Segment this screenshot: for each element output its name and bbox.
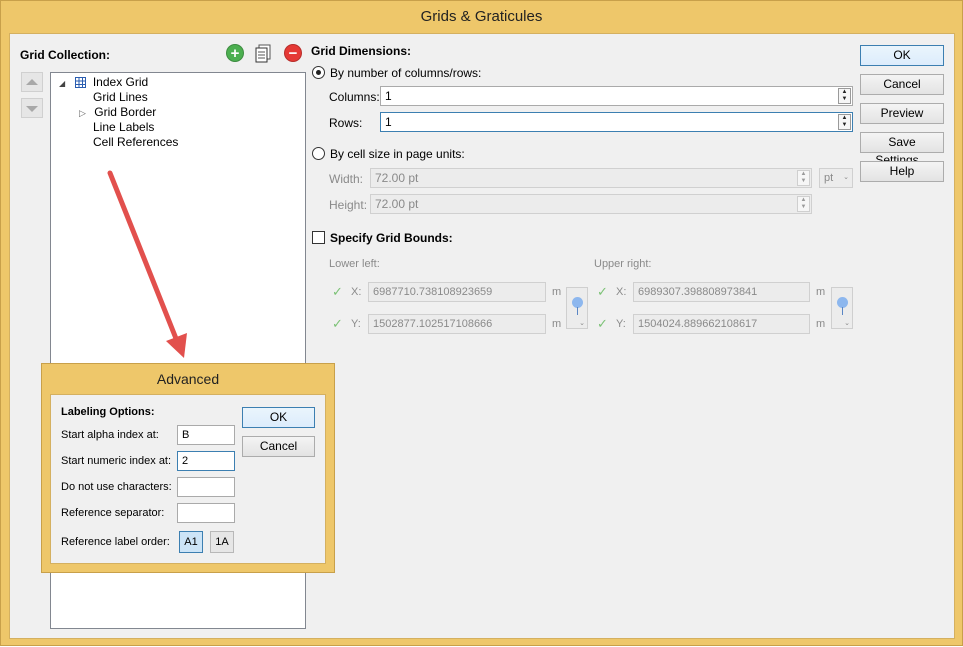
start-alpha-input[interactable]: B: [177, 425, 235, 445]
grids-graticules-window: Grids & Graticules Grid Collection: + −: [0, 0, 963, 646]
order-1a-toggle[interactable]: 1A: [210, 531, 234, 553]
reference-label-order-label: Reference label order:: [61, 536, 170, 548]
start-alpha-value: B: [182, 429, 190, 441]
advanced-dialog-title: Advanced: [156, 371, 220, 387]
labeling-options-label: Labeling Options:: [61, 406, 155, 418]
start-numeric-input[interactable]: 2: [177, 451, 235, 471]
do-not-use-input[interactable]: [177, 477, 235, 497]
advanced-dialog: Advanced Labeling Options: Start alpha i…: [41, 363, 335, 573]
advanced-cancel-button[interactable]: Cancel: [242, 436, 315, 457]
advanced-ok-button[interactable]: OK: [242, 407, 315, 428]
start-numeric-label: Start numeric index at:: [61, 455, 172, 467]
order-a1-toggle[interactable]: A1: [179, 531, 203, 553]
start-alpha-label: Start alpha index at:: [61, 429, 159, 441]
start-numeric-value: 2: [182, 455, 189, 467]
advanced-dialog-client: Labeling Options: Start alpha index at: …: [50, 394, 326, 564]
reference-separator-label: Reference separator:: [61, 507, 165, 519]
do-not-use-label: Do not use characters:: [61, 481, 172, 493]
reference-separator-input[interactable]: [177, 503, 235, 523]
